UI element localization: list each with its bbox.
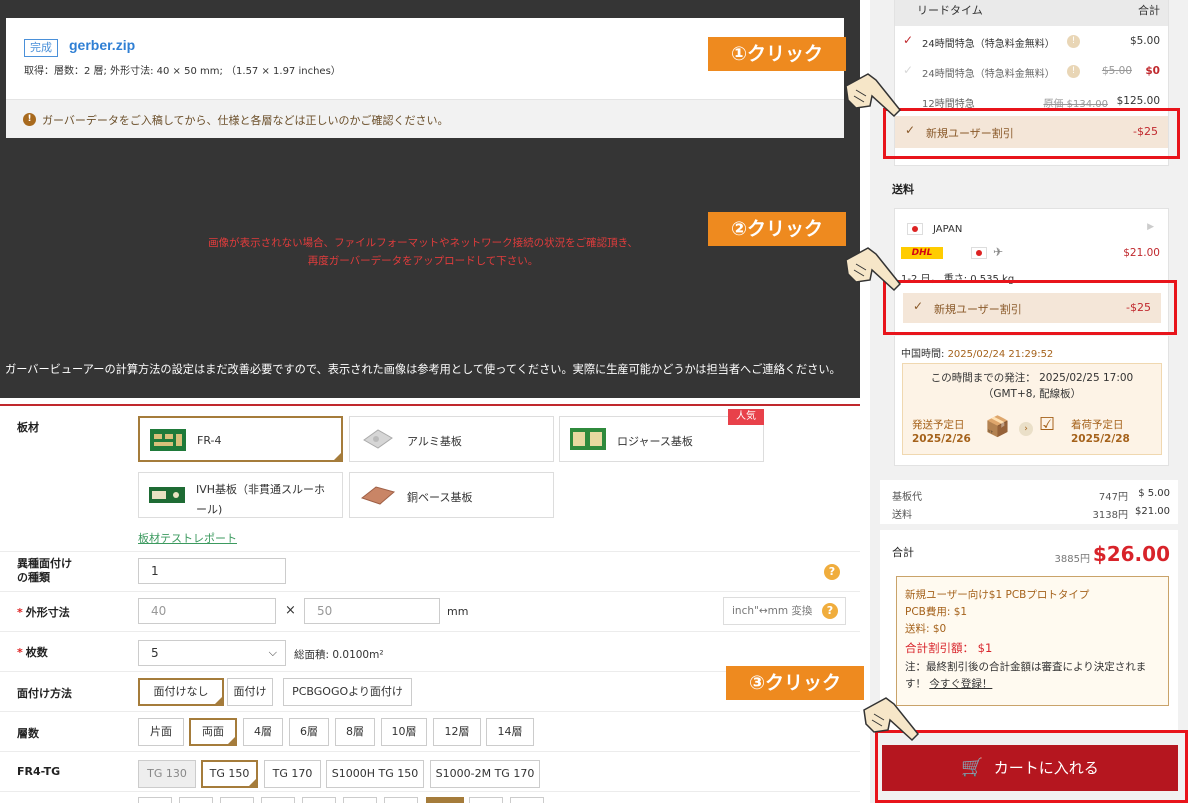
file-info: 取得：層数：2 層; 外形寸法: 40 × 50 mm; （1.57 × 1.9… bbox=[24, 66, 341, 77]
pointing-hand-icon bbox=[863, 697, 920, 742]
file-card: 完成 gerber.zip 取得：層数：2 層; 外形寸法: 40 × 50 m… bbox=[6, 18, 844, 138]
qty-label: * 枚数 bbox=[17, 646, 48, 659]
china-time: 中国時間: 2025/02/24 21:29:52 bbox=[901, 349, 1054, 360]
material-rogers[interactable]: ロジャース基板 人気 bbox=[559, 409, 764, 462]
pointing-hand-icon bbox=[845, 73, 902, 118]
arrow-right-icon: › bbox=[1019, 422, 1033, 436]
panel-option-pcbgogo[interactable]: PCBGOGOより面付け bbox=[283, 678, 412, 706]
qty-select[interactable]: 5 ⌵ bbox=[138, 640, 286, 666]
next-row-options bbox=[138, 797, 548, 803]
total-usd: $26.00 bbox=[1092, 542, 1170, 566]
highlight-box-1 bbox=[883, 108, 1180, 159]
chevron-down-icon: ⌵ bbox=[268, 646, 277, 659]
file-name[interactable]: gerber.zip bbox=[69, 37, 135, 53]
dhl-logo: DHL bbox=[901, 247, 943, 259]
country-select[interactable]: JAPAN ▶ bbox=[895, 217, 1168, 241]
help-icon[interactable]: ? bbox=[822, 603, 838, 619]
layers-row: 層数 片面 両面 4層 6層 8層 10層 12層 14層 bbox=[0, 712, 860, 752]
size-row: * 外形寸法 40 × 50 mm inch"↔mm 変換? bbox=[0, 592, 860, 632]
layer-option-2[interactable]: 両面 bbox=[189, 718, 237, 746]
popular-badge: 人気 bbox=[728, 409, 764, 425]
japan-flag-icon bbox=[971, 247, 987, 259]
material-ivh[interactable]: IVH基板（非貫通スルーホ ール) bbox=[138, 472, 343, 518]
height-input[interactable]: 50 bbox=[304, 598, 440, 624]
layer-option-6[interactable]: 6層 bbox=[289, 718, 329, 746]
lead-time-option-2[interactable]: ✓ 24時間特急（特急料金無料） ! $5.00 $0 bbox=[895, 58, 1168, 86]
tg-option-s1000-2m[interactable]: S1000-2M TG 170 bbox=[430, 760, 540, 788]
unit-convert-button[interactable]: inch"↔mm 変換? bbox=[723, 597, 846, 625]
viewer-note: ガーバービューアーの計算方法の設定はまだ改善必要ですので、表示された画像は参考用… bbox=[5, 363, 841, 376]
info-icon[interactable]: ! bbox=[1067, 65, 1080, 78]
layer-option-14[interactable]: 14層 bbox=[486, 718, 534, 746]
total-area: 総面積: 0.0100m² bbox=[294, 649, 384, 661]
warning-text: ガーバーデータをご入稿してから、仕様と各層などは正しいのかご確認ください。 bbox=[42, 114, 449, 127]
size-label: * 外形寸法 bbox=[17, 606, 70, 619]
step2-callout: ②クリック bbox=[708, 212, 846, 246]
layer-option-12[interactable]: 12層 bbox=[433, 718, 481, 746]
times-sign: × bbox=[285, 603, 296, 618]
tg-row: FR4-TG TG 130 TG 150 TG 170 S1000H TG 15… bbox=[0, 752, 860, 792]
panel-option-panel[interactable]: 面付け bbox=[227, 678, 273, 706]
ivh-board-icon bbox=[149, 487, 185, 503]
material-report-link[interactable]: 板材テストレポート bbox=[138, 530, 237, 546]
lead-time-option-3[interactable]: 12時間特急 原価 $134.00 $125.00 bbox=[895, 88, 1168, 108]
layer-option-1[interactable]: 片面 bbox=[138, 718, 184, 746]
material-copper[interactable]: 銅ベース基板 bbox=[349, 472, 554, 518]
pointing-hand-icon bbox=[845, 247, 902, 292]
japan-flag-icon bbox=[907, 223, 923, 235]
tg-option-170[interactable]: TG 170 bbox=[264, 760, 321, 788]
material-label: 板材 bbox=[17, 421, 39, 434]
fr4-board-icon bbox=[150, 429, 186, 451]
mixed-row: 異種面付け の種類 1 ? bbox=[0, 552, 860, 592]
carrier-row[interactable]: DHL ✈ $21.00 bbox=[895, 243, 1168, 265]
aluminum-board-icon bbox=[363, 429, 393, 449]
material-row: 板材 FR-4 アルミ基板 ロジャース基板 人気 IVH基板（非貫通スルーホ ール… bbox=[0, 406, 860, 552]
lead-time-option-1[interactable]: ✓ 24時間特急（特急料金無料） ! $5.00 bbox=[895, 28, 1168, 56]
panel-option-none[interactable]: 面付けなし bbox=[138, 678, 224, 706]
lead-time-header: リードタイム 合計 bbox=[895, 0, 1168, 26]
layer-option-4[interactable]: 4層 bbox=[243, 718, 283, 746]
layer-option-10[interactable]: 10層 bbox=[381, 718, 427, 746]
total-section: 合計 3885円 $26.00 新規ユーザー向け$1 PCBプロトタイプ PCB… bbox=[880, 530, 1178, 730]
shipping-title: 送料 bbox=[892, 183, 914, 196]
warning-bar: ! ガーバーデータをご入稿してから、仕様と各層などは正しいのかご確認ください。 bbox=[6, 99, 844, 138]
panel-label: 面付け方法 bbox=[17, 687, 72, 700]
register-link[interactable]: 今すぐ登録！ bbox=[929, 678, 992, 690]
tg-label: FR4-TG bbox=[17, 765, 61, 778]
check-icon: ✓ bbox=[903, 33, 914, 47]
highlight-box-2 bbox=[883, 280, 1177, 335]
material-fr4[interactable]: FR-4 bbox=[138, 416, 343, 462]
layer-option-8[interactable]: 8層 bbox=[335, 718, 375, 746]
total-label: 合計 bbox=[892, 546, 914, 559]
step1-callout: ①クリック bbox=[708, 37, 846, 71]
mixed-input[interactable]: 1 bbox=[138, 558, 286, 584]
tg-option-130[interactable]: TG 130 bbox=[138, 760, 196, 788]
total-jpy: 3885円 bbox=[1054, 554, 1090, 565]
width-input[interactable]: 40 bbox=[138, 598, 276, 624]
help-icon[interactable]: ? bbox=[824, 564, 840, 580]
copper-board-icon bbox=[360, 486, 396, 505]
status-badge: 完成 bbox=[24, 39, 58, 57]
package-icon: 📦 bbox=[985, 414, 1010, 438]
schedule-box: 中国時間: 2025/02/24 21:29:52 この時間までの発注： 202… bbox=[894, 336, 1169, 466]
rogers-board-icon bbox=[570, 428, 606, 450]
promo-box: 新規ユーザー向け$1 PCBプロトタイプ PCB費用: $1 送料: $0 合計… bbox=[896, 576, 1169, 706]
airplane-icon: ✈ bbox=[993, 245, 1004, 259]
chevron-right-icon: ▶ bbox=[1147, 222, 1154, 232]
layers-label: 層数 bbox=[17, 727, 39, 740]
tg-option-s1000h[interactable]: S1000H TG 150 bbox=[326, 760, 424, 788]
delivery-icon: ☑ bbox=[1039, 414, 1056, 435]
cost-breakdown: 基板代 747円 $ 5.00 送料 3138円 $21.00 bbox=[880, 480, 1178, 524]
material-aluminum[interactable]: アルミ基板 bbox=[349, 416, 554, 462]
tg-option-150[interactable]: TG 150 bbox=[201, 760, 258, 788]
info-icon[interactable]: ! bbox=[1067, 35, 1080, 48]
mixed-label: 異種面付け の種類 bbox=[17, 557, 72, 584]
warning-icon: ! bbox=[23, 113, 36, 126]
step3-callout: ③クリック bbox=[726, 666, 864, 700]
deadline-panel: この時間までの発注： 2025/02/25 17:00 （GMT+8, 配線板）… bbox=[902, 363, 1162, 455]
size-unit: mm bbox=[447, 605, 469, 618]
